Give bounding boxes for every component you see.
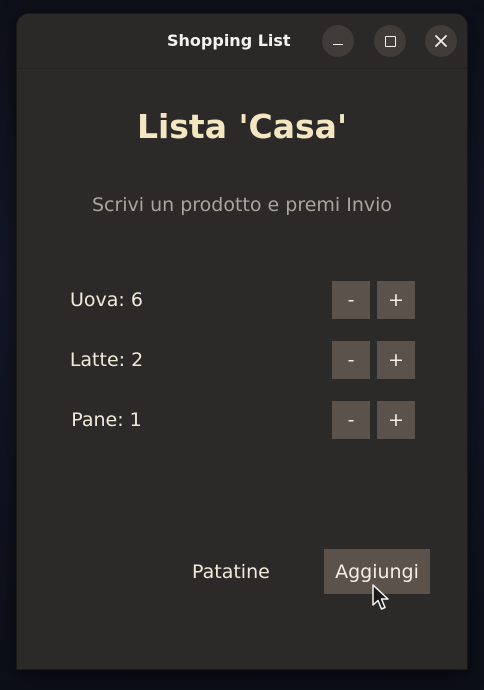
increase-button[interactable]: + [377, 341, 415, 379]
decrease-button[interactable]: - [332, 341, 370, 379]
app-window: Shopping List Lista 'Casa' Scrivi un pro… [17, 14, 467, 669]
window-title: Shopping List [167, 31, 291, 50]
list-item: Uova: 6 - + [17, 280, 467, 320]
item-label: Latte: 2 [69, 349, 144, 371]
minimize-icon [333, 43, 343, 45]
maximize-button[interactable] [374, 25, 406, 57]
title-bar[interactable]: Shopping List [17, 14, 467, 69]
increase-button[interactable]: + [377, 281, 415, 319]
list-item: Pane: 1 - + [17, 400, 467, 440]
increase-button[interactable]: + [377, 401, 415, 439]
item-label: Pane: 1 [71, 409, 142, 431]
close-icon [435, 35, 447, 47]
decrease-button[interactable]: - [332, 281, 370, 319]
new-item-entry[interactable]: Patatine [192, 561, 270, 583]
list-item: Latte: 2 - + [17, 340, 467, 380]
minimize-button[interactable] [322, 25, 354, 57]
list-heading: Lista 'Casa' [136, 107, 348, 146]
close-button[interactable] [425, 25, 457, 57]
mouse-pointer-icon [372, 584, 389, 610]
decrease-button[interactable]: - [332, 401, 370, 439]
item-label: Uova: 6 [70, 289, 143, 311]
instruction-text: Scrivi un prodotto e premi Invio [91, 194, 393, 216]
maximize-icon [384, 35, 396, 47]
